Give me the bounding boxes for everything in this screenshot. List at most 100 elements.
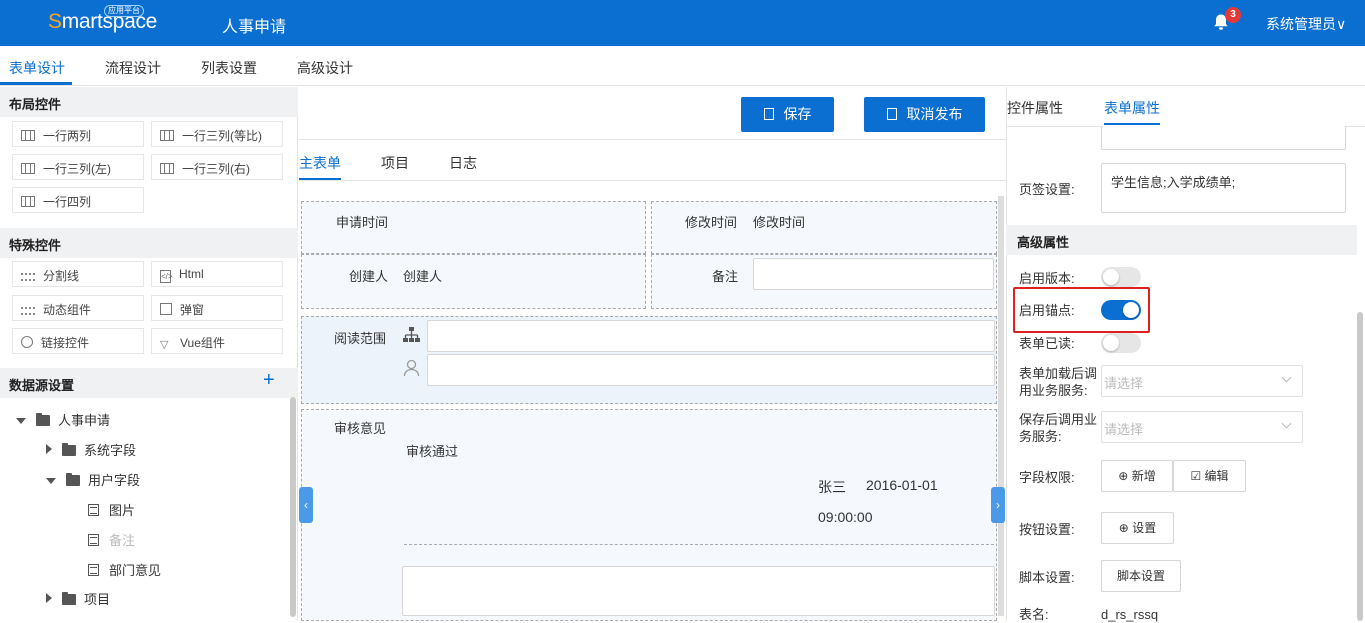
form-read-toggle[interactable]	[1101, 333, 1141, 353]
dynamic-component-control[interactable]: 动态组件	[12, 295, 144, 321]
folder-icon	[62, 443, 76, 456]
layout-three-columns-right[interactable]: 一行三列(右)	[151, 154, 283, 180]
layout-four-columns[interactable]: 一行四列	[12, 187, 144, 213]
unpublish-button[interactable]: 取消发布	[864, 97, 985, 132]
divider-control[interactable]: 分割线	[12, 261, 144, 287]
tab-settings-input[interactable]: 学生信息;入学成绩单;	[1101, 163, 1346, 213]
right-scrollbar[interactable]	[1357, 312, 1363, 621]
reviewer-name: 张三	[818, 479, 846, 495]
field-icon	[88, 504, 99, 516]
table-name-label: 表名:	[1019, 607, 1049, 622]
button-settings-button[interactable]: ⊕ 设置	[1101, 512, 1174, 544]
collapse-left-icon[interactable]: ‹	[299, 487, 313, 523]
left-panel: 布局控件 一行两列 一行三列(等比) 一行三列(左) 一行三列(右) 一行四列 …	[0, 87, 298, 621]
apply-time-label: 申请时间	[336, 215, 389, 230]
tab-flow-design[interactable]: 流程设计	[105, 58, 161, 78]
review-time: 09:00:00	[818, 509, 873, 525]
creator-value: 创建人	[403, 269, 443, 284]
after-load-service-label: 表单加载后调用业务服务:	[1019, 366, 1098, 398]
toolbar-divider	[299, 139, 1006, 140]
tab-list-settings[interactable]: 列表设置	[201, 58, 257, 78]
popup-control[interactable]: 弹窗	[151, 295, 283, 321]
code-icon: </>	[160, 270, 173, 283]
tab-main-form[interactable]: 主表单	[299, 153, 341, 173]
after-load-service-select[interactable]: 请选择	[1101, 365, 1303, 397]
table-icon	[160, 130, 174, 141]
button-settings-label: 按钮设置:	[1019, 522, 1075, 537]
field-permission-label: 字段权限:	[1019, 470, 1075, 485]
table-icon	[21, 163, 35, 174]
canvas-scrollbar[interactable]	[998, 196, 1004, 616]
review-date: 2016-01-01	[866, 477, 938, 493]
review-divider	[404, 544, 994, 545]
tab-form-properties[interactable]: 表单属性	[1104, 98, 1160, 118]
org-scope-input[interactable]	[427, 320, 995, 352]
highlight-box	[1013, 287, 1150, 333]
tree-node-project[interactable]: 项目	[46, 589, 110, 608]
tree-node-root[interactable]: 人事申请	[16, 410, 110, 429]
edit-icon: ☑	[1190, 469, 1205, 483]
layout-two-columns[interactable]: 一行两列	[12, 121, 144, 147]
review-result: 审核通过	[406, 444, 459, 459]
review-label: 审核意见	[334, 421, 387, 436]
edit-permission-button[interactable]: ☑ 编辑	[1173, 460, 1246, 492]
top-bar	[0, 0, 1365, 46]
document-icon	[763, 108, 774, 120]
advanced-properties-header: 高级属性	[1006, 225, 1357, 255]
collapse-icon	[46, 478, 56, 484]
tree-node-user-fields[interactable]: 用户字段	[46, 470, 140, 489]
collapse-icon	[16, 418, 26, 424]
tab-log[interactable]: 日志	[449, 153, 477, 173]
plus-circle-icon: ⊕	[1118, 521, 1133, 535]
vue-component-control[interactable]: ▽ Vue组件	[151, 328, 283, 354]
tree-node-remark[interactable]: 备注	[88, 530, 135, 549]
tree-node-system-fields[interactable]: 系统字段	[46, 440, 136, 459]
org-tree-icon[interactable]	[402, 326, 421, 344]
partial-input[interactable]	[1101, 126, 1346, 150]
datasource-header: 数据源设置	[0, 368, 298, 398]
tab-settings-label: 页签设置:	[1019, 182, 1075, 197]
expand-icon	[46, 593, 52, 603]
table-name-value: d_rs_rssq	[1101, 607, 1159, 622]
tree-node-dept-opinion[interactable]: 部门意见	[88, 560, 161, 579]
tab-control-properties[interactable]: 控件属性	[1007, 98, 1063, 118]
tab-advanced-design[interactable]: 高级设计	[297, 58, 353, 78]
enable-version-label: 启用版本:	[1019, 271, 1075, 286]
remark-input[interactable]	[753, 258, 994, 290]
layout-three-columns-left[interactable]: 一行三列(左)	[12, 154, 144, 180]
layout-three-columns-equal[interactable]: 一行三列(等比)	[151, 121, 283, 147]
link-control[interactable]: 链接控件	[12, 328, 144, 354]
plus-circle-icon: ⊕	[1118, 469, 1132, 483]
user-menu[interactable]: 系统管理员∨	[1266, 14, 1346, 34]
left-scrollbar[interactable]	[290, 397, 296, 617]
layout-controls-header: 布局控件	[0, 87, 298, 117]
table-icon	[21, 130, 35, 141]
field-icon	[88, 564, 99, 576]
form-read-label: 表单已读:	[1019, 336, 1075, 351]
folder-icon	[62, 592, 76, 605]
tab-form-design[interactable]: 表单设计	[9, 58, 65, 78]
tree-node-image[interactable]: 图片	[88, 500, 135, 519]
divider-icon	[21, 273, 35, 281]
html-control[interactable]: </> Html	[151, 261, 283, 287]
add-datasource-icon[interactable]: +	[263, 369, 275, 392]
read-scope-label: 阅读范围	[334, 331, 387, 346]
document-icon	[886, 108, 897, 120]
after-save-service-select[interactable]: 请选择	[1101, 411, 1303, 443]
modify-time-value: 修改时间	[753, 215, 806, 230]
logo-badge: 应用平台	[104, 5, 144, 17]
script-settings-label: 脚本设置:	[1019, 570, 1075, 585]
tab-project[interactable]: 项目	[381, 153, 409, 173]
script-settings-button[interactable]: 脚本设置	[1101, 560, 1181, 592]
chevron-down-icon	[1281, 418, 1292, 429]
add-permission-button[interactable]: ⊕ 新增	[1101, 460, 1173, 492]
user-icon[interactable]	[403, 359, 420, 377]
review-textarea[interactable]	[402, 566, 995, 616]
enable-version-toggle[interactable]	[1101, 267, 1141, 287]
collapse-right-icon[interactable]: ›	[991, 487, 1005, 523]
expand-icon	[46, 444, 52, 454]
link-icon	[21, 336, 33, 348]
user-scope-input[interactable]	[427, 354, 995, 386]
modify-time-label: 修改时间	[685, 215, 738, 230]
save-button[interactable]: 保存	[741, 97, 834, 132]
